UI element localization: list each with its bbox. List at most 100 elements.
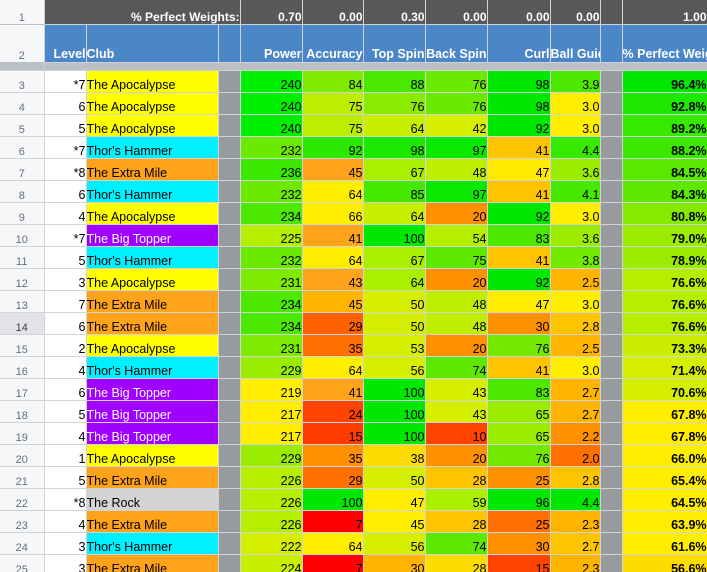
column-header-gap2[interactable] [600,24,623,63]
cell-power[interactable]: 232 [240,136,303,159]
cell-ballguide[interactable]: 2.0 [550,444,601,467]
cell-ballguide[interactable]: 2.7 [550,532,601,555]
row-number-1[interactable]: 1 [0,0,45,25]
cell-power[interactable]: 226 [240,466,303,489]
cell-club[interactable]: The Extra Mile [86,290,219,313]
cell-curl[interactable]: 41 [487,356,551,379]
cell-ballguide[interactable]: 3.6 [550,158,601,181]
cell-power[interactable]: 224 [240,554,303,572]
cell-club[interactable]: Thor's Hammer [86,246,219,269]
cell-ballguide[interactable]: 3.0 [550,92,601,115]
cell-club[interactable]: The Extra Mile [86,312,219,335]
cell-topspin[interactable]: 64 [363,268,426,291]
cell-power[interactable]: 225 [240,224,303,247]
cell-accuracy[interactable]: 64 [302,532,364,555]
cell-ballguide[interactable]: 4.4 [550,136,601,159]
cell-curl[interactable]: 41 [487,180,551,203]
cell-power[interactable]: 232 [240,180,303,203]
cell-curl[interactable]: 25 [487,510,551,533]
cell-club[interactable]: The Extra Mile [86,466,219,489]
cell-power[interactable]: 240 [240,70,303,93]
cell-club[interactable]: The Big Topper [86,224,219,247]
cell-level[interactable]: 5 [44,466,87,489]
cell-accuracy[interactable]: 15 [302,422,364,445]
cell-backspin[interactable]: 74 [425,356,488,379]
row-number-13[interactable]: 13 [0,290,45,313]
cell-backspin[interactable]: 75 [425,246,488,269]
column-header-ballguide[interactable]: Ball Guide [550,24,601,63]
cell-topspin[interactable]: 67 [363,158,426,181]
cell-club[interactable]: Thor's Hammer [86,180,219,203]
cell-curl[interactable]: 41 [487,246,551,269]
cell-ballguide[interactable]: 4.1 [550,180,601,203]
cell-topspin[interactable]: 100 [363,422,426,445]
cell-level[interactable]: 6 [44,180,87,203]
cell-club[interactable]: The Apocalypse [86,268,219,291]
cell-power[interactable]: 219 [240,378,303,401]
cell-ballguide[interactable]: 3.0 [550,114,601,137]
cell-ballguide[interactable]: 2.5 [550,268,601,291]
cell-level[interactable]: 1 [44,444,87,467]
cell-topspin[interactable]: 76 [363,92,426,115]
cell-curl[interactable]: 98 [487,70,551,93]
cell-topspin[interactable]: 100 [363,224,426,247]
row-number-22[interactable]: 22 [0,488,45,511]
cell-backspin[interactable]: 20 [425,334,488,357]
cell-pctweighted[interactable]: 80.8% [622,202,707,225]
cell-backspin[interactable]: 20 [425,202,488,225]
cell-curl[interactable]: 92 [487,114,551,137]
cell-ballguide[interactable]: 2.3 [550,554,601,572]
cell-level[interactable]: 4 [44,202,87,225]
cell-ballguide[interactable]: 4.4 [550,488,601,511]
cell-curl[interactable]: 65 [487,400,551,423]
cell-club[interactable]: The Big Topper [86,400,219,423]
cell-club[interactable]: Thor's Hammer [86,136,219,159]
cell-club[interactable]: The Apocalypse [86,202,219,225]
row-number-19[interactable]: 19 [0,422,45,445]
column-header-pctweighted[interactable]: % Perfect Weighted↓ [622,24,707,63]
column-header-gap1[interactable] [218,24,241,63]
cell-ballguide[interactable]: 3.0 [550,290,601,313]
cell-topspin[interactable]: 50 [363,312,426,335]
cell-club[interactable]: The Big Topper [86,422,219,445]
cell-accuracy[interactable]: 29 [302,466,364,489]
cell-backspin[interactable]: 43 [425,400,488,423]
cell-level[interactable]: 2 [44,334,87,357]
column-header-topspin[interactable]: Top Spin [363,24,426,63]
cell-topspin[interactable]: 64 [363,202,426,225]
cell-topspin[interactable]: 100 [363,378,426,401]
column-header-club[interactable]: Club [86,24,219,63]
cell-topspin[interactable]: 53 [363,334,426,357]
cell-accuracy[interactable]: 41 [302,378,364,401]
cell-topspin[interactable]: 56 [363,532,426,555]
cell-power[interactable]: 226 [240,510,303,533]
cell-curl[interactable]: 83 [487,224,551,247]
cell-level[interactable]: 3 [44,532,87,555]
row-number-11[interactable]: 11 [0,246,45,269]
cell-accuracy[interactable]: 35 [302,334,364,357]
cell-accuracy[interactable]: 43 [302,268,364,291]
cell-pctweighted[interactable]: 63.9% [622,510,707,533]
cell-power[interactable]: 231 [240,268,303,291]
cell-curl[interactable]: 47 [487,158,551,181]
cell-pctweighted[interactable]: 56.6% [622,554,707,572]
cell-power[interactable]: 240 [240,114,303,137]
cell-level[interactable]: 4 [44,356,87,379]
cell-accuracy[interactable]: 75 [302,92,364,115]
row-number-16[interactable]: 16 [0,356,45,379]
cell-curl[interactable]: 30 [487,532,551,555]
cell-pctweighted[interactable]: 92.8% [622,92,707,115]
cell-topspin[interactable]: 98 [363,136,426,159]
cell-topspin[interactable]: 88 [363,70,426,93]
cell-curl[interactable]: 83 [487,378,551,401]
row-number-17[interactable]: 17 [0,378,45,401]
cell-backspin[interactable]: 28 [425,466,488,489]
cell-level[interactable]: 3 [44,554,87,572]
cell-ballguide[interactable]: 3.8 [550,246,601,269]
column-header-power[interactable]: Power [240,24,303,63]
cell-level[interactable]: 6 [44,312,87,335]
cell-curl[interactable]: 41 [487,136,551,159]
cell-ballguide[interactable]: 2.7 [550,400,601,423]
cell-backspin[interactable]: 43 [425,378,488,401]
row-number-10[interactable]: 10 [0,224,45,247]
